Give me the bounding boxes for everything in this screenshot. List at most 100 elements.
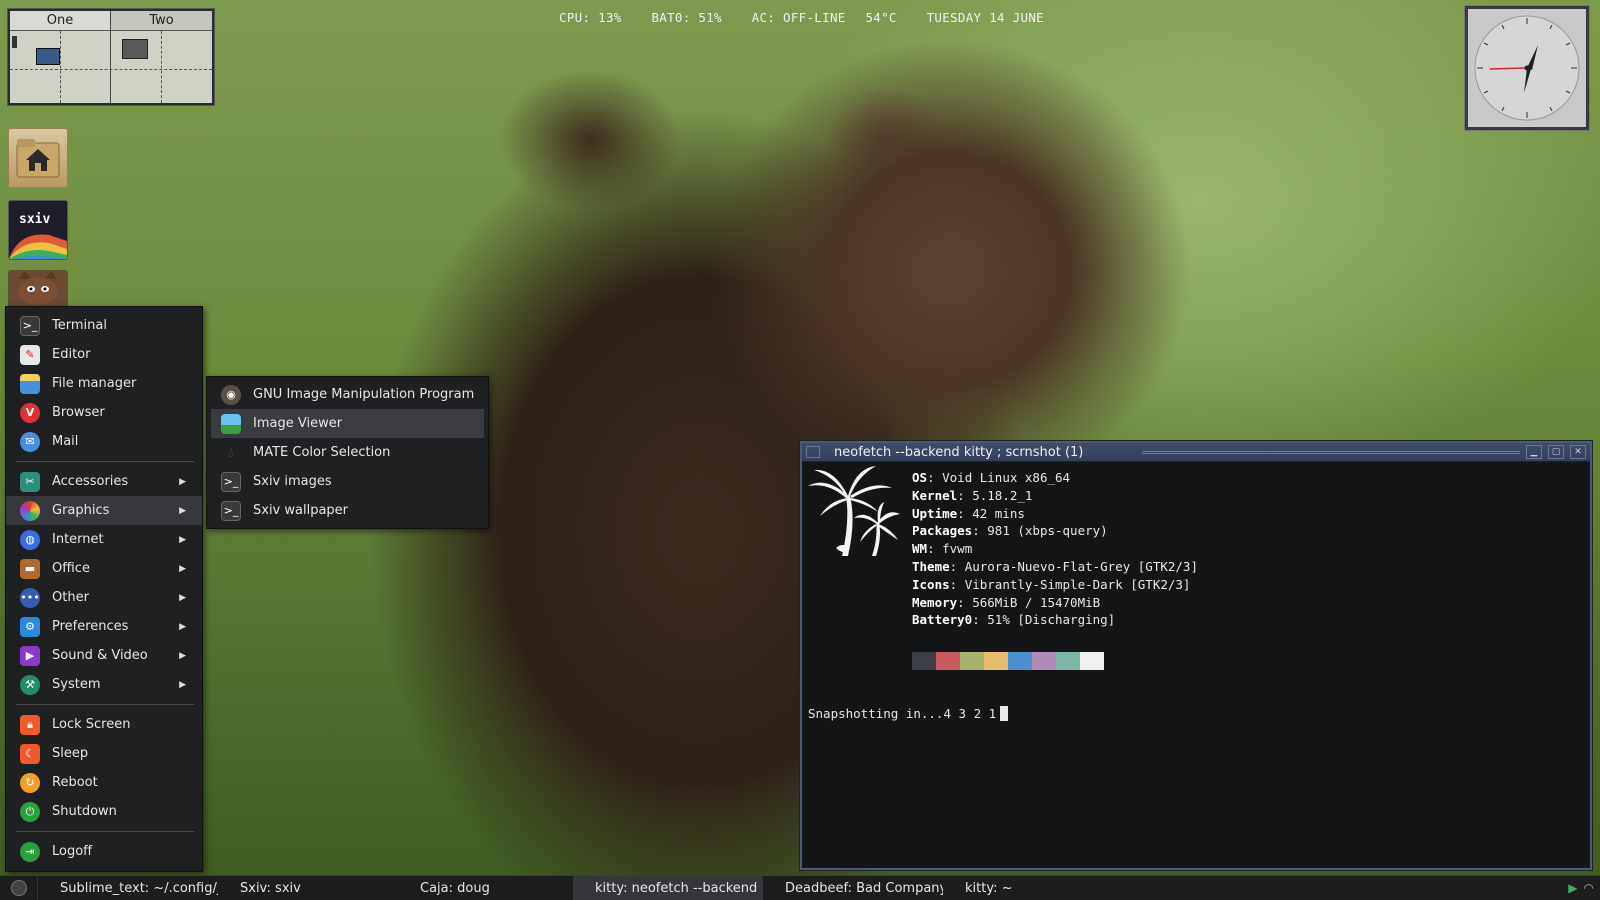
submenu-arrow-icon: ▶ bbox=[179, 679, 186, 690]
submenu-arrow-icon: ▶ bbox=[179, 534, 186, 545]
graphics-submenu[interactable]: ◉ GNU Image Manipulation Program Image V… bbox=[206, 376, 489, 529]
menu-item-label: Other bbox=[52, 590, 89, 605]
taskbar-item[interactable]: Sxiv: sxiv bbox=[218, 876, 398, 900]
color-swatch bbox=[1080, 652, 1104, 670]
clock-face-icon bbox=[1474, 15, 1580, 121]
info-value: : fvwm bbox=[927, 541, 973, 557]
info-key: Packages bbox=[912, 523, 973, 539]
menu-item-lock-screen[interactable]: 🔒︎ Lock Screen bbox=[6, 710, 202, 739]
submenu-arrow-icon: ▶ bbox=[179, 621, 186, 632]
battery-status: BAT0: 51% bbox=[651, 10, 722, 25]
taskbar-item[interactable]: Caja: doug bbox=[398, 876, 573, 900]
mini-window[interactable] bbox=[36, 48, 60, 65]
menu-item-file-manager[interactable]: File manager bbox=[6, 369, 202, 398]
sleep-icon: ☾ bbox=[20, 743, 40, 764]
info-value: : Void Linux x86_64 bbox=[927, 470, 1071, 485]
play-icon[interactable]: ▶ bbox=[1568, 881, 1577, 895]
color-palette bbox=[912, 652, 1104, 670]
color-swatch bbox=[1032, 652, 1056, 670]
menu-item-system[interactable]: ⚒ System ▶ bbox=[6, 670, 202, 699]
menu-item-label: Reboot bbox=[52, 775, 98, 790]
menu-item-logoff[interactable]: ⇥ Logoff bbox=[6, 837, 202, 866]
menu-item-label: Sound & Video bbox=[52, 648, 148, 663]
submenu-item-color-selection[interactable]: 💧︎ MATE Color Selection bbox=[207, 438, 488, 467]
menu-item-other[interactable]: ••• Other ▶ bbox=[6, 583, 202, 612]
desktop-pager[interactable]: One Two bbox=[8, 9, 214, 105]
image-viewer-icon bbox=[221, 413, 241, 434]
submenu-item-label: Image Viewer bbox=[253, 416, 343, 431]
menu-separator bbox=[16, 831, 194, 832]
submenu-arrow-icon: ▶ bbox=[179, 476, 186, 487]
maximize-button[interactable]: ▢ bbox=[1548, 445, 1564, 459]
info-line: WM: fvwm bbox=[912, 540, 1198, 558]
menu-item-sleep[interactable]: ☾ Sleep bbox=[6, 739, 202, 768]
window-titlebar[interactable]: neofetch --backend kitty ; scrnshot (1) … bbox=[802, 443, 1590, 462]
menu-item-mail[interactable]: ✉ Mail bbox=[6, 427, 202, 456]
reboot-icon: ↻ bbox=[20, 772, 40, 793]
desk-one[interactable]: One bbox=[10, 11, 111, 103]
preferences-icon: ⚙ bbox=[20, 616, 40, 637]
menu-item-office[interactable]: ▬ Office ▶ bbox=[6, 554, 202, 583]
menu-item-internet[interactable]: ◍ Internet ▶ bbox=[6, 525, 202, 554]
menu-item-accessories[interactable]: ✂ Accessories ▶ bbox=[6, 467, 202, 496]
menu-item-label: Shutdown bbox=[52, 804, 117, 819]
close-button[interactable]: ✕ bbox=[1570, 445, 1586, 459]
menu-item-preferences[interactable]: ⚙ Preferences ▶ bbox=[6, 612, 202, 641]
submenu-item-sxiv-images[interactable]: >_ Sxiv images bbox=[207, 467, 488, 496]
menu-item-label: Editor bbox=[52, 347, 91, 362]
desk-two[interactable]: Two bbox=[111, 11, 212, 103]
info-line: Battery0: 51% [Discharging] bbox=[912, 611, 1198, 629]
info-key: Icons bbox=[912, 576, 950, 592]
office-icon: ▬ bbox=[20, 558, 40, 579]
lock-icon: 🔒︎ bbox=[20, 714, 40, 735]
menu-item-editor[interactable]: ✎ Editor bbox=[6, 340, 202, 369]
submenu-arrow-icon: ▶ bbox=[179, 563, 186, 574]
menu-item-graphics[interactable]: Graphics ▶ bbox=[6, 496, 202, 525]
system-tray: ▶ ◠ bbox=[1568, 881, 1594, 895]
menu-item-shutdown[interactable]: ⏻ Shutdown bbox=[6, 797, 202, 826]
info-key: Uptime bbox=[912, 505, 958, 521]
menu-item-label: File manager bbox=[52, 376, 137, 391]
graphics-icon bbox=[20, 500, 40, 521]
menu-item-terminal[interactable]: >_ Terminal bbox=[6, 311, 202, 340]
submenu-item-image-viewer[interactable]: Image Viewer bbox=[211, 409, 484, 438]
window-menu-button[interactable] bbox=[806, 446, 820, 458]
terminal-window[interactable]: neofetch --backend kitty ; scrnshot (1) … bbox=[800, 441, 1592, 870]
mini-window[interactable] bbox=[12, 36, 17, 48]
wifi-icon[interactable]: ◠ bbox=[1584, 881, 1594, 895]
terminal-cursor bbox=[1000, 706, 1009, 721]
mini-window[interactable] bbox=[122, 39, 148, 59]
sxiv-icon[interactable]: sxiv bbox=[8, 200, 68, 260]
home-folder-icon[interactable] bbox=[8, 128, 68, 188]
submenu-arrow-icon: ▶ bbox=[179, 650, 186, 661]
svg-text:sxiv: sxiv bbox=[19, 212, 50, 227]
submenu-item-label: Sxiv wallpaper bbox=[253, 503, 349, 518]
submenu-item-gimp[interactable]: ◉ GNU Image Manipulation Program bbox=[207, 380, 488, 409]
submenu-arrow-icon: ▶ bbox=[179, 505, 186, 516]
menu-item-label: Lock Screen bbox=[52, 717, 131, 732]
menu-item-label: Accessories bbox=[52, 474, 129, 489]
temperature-status: 54°C bbox=[865, 10, 897, 25]
accessories-icon: ✂ bbox=[20, 471, 40, 492]
info-value: : 981 (xbps-query) bbox=[972, 523, 1108, 539]
palm-tree-logo-icon bbox=[808, 466, 900, 556]
taskbar-item[interactable]: Sublime_text: ~/.config/jg bbox=[38, 876, 218, 900]
pager-divider bbox=[10, 69, 212, 70]
menu-item-sound-video[interactable]: ▶ Sound & Video ▶ bbox=[6, 641, 202, 670]
shutdown-icon: ⏻ bbox=[20, 801, 40, 822]
minimize-button[interactable]: ▁ bbox=[1526, 445, 1542, 459]
browser-icon: V bbox=[20, 402, 40, 423]
window-title: neofetch --backend kitty ; scrnshot (1) bbox=[834, 444, 1084, 460]
titlebar-grip bbox=[1142, 451, 1520, 454]
start-button[interactable] bbox=[0, 875, 38, 900]
menu-item-browser[interactable]: V Browser bbox=[6, 398, 202, 427]
taskbar-item[interactable]: kitty: ~ bbox=[943, 876, 1123, 900]
terminal-icon: >_ bbox=[221, 471, 241, 492]
menu-item-reboot[interactable]: ↻ Reboot bbox=[6, 768, 202, 797]
menu-item-label: Graphics bbox=[52, 503, 110, 518]
application-menu[interactable]: >_ Terminal ✎ Editor File manager V Brow… bbox=[5, 306, 203, 872]
submenu-item-sxiv-wallpaper[interactable]: >_ Sxiv wallpaper bbox=[207, 496, 488, 525]
taskbar-item-active[interactable]: kitty: neofetch --backend bbox=[573, 875, 763, 900]
sound-video-icon: ▶ bbox=[20, 645, 40, 666]
taskbar-item[interactable]: Deadbeef: Bad Company - bbox=[763, 876, 943, 900]
